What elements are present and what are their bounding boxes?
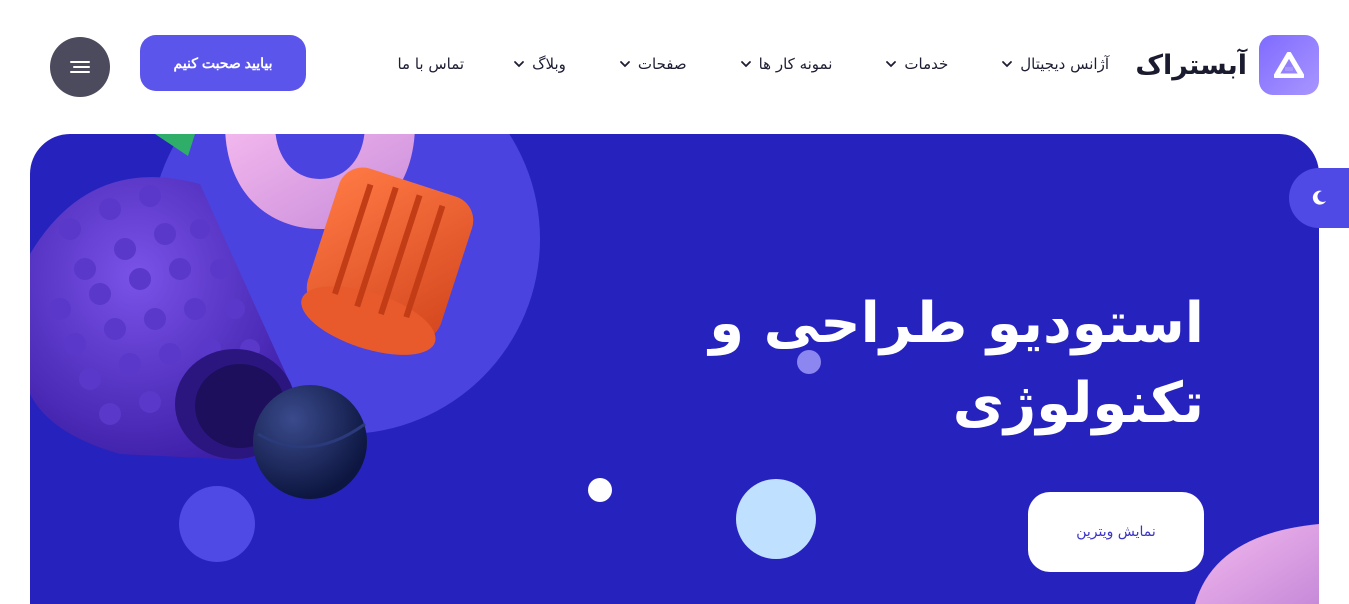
nav-item-label: خدمات <box>904 55 949 73</box>
light-blue-circle-shape <box>736 479 816 559</box>
hero-title: استودیو طراحی و تکنولوژی <box>684 284 1204 444</box>
hamburger-icon <box>70 61 90 73</box>
hero-title-line-1: استودیو طراحی و <box>709 291 1204 356</box>
moon-icon <box>1312 190 1326 205</box>
nav-item-pages[interactable]: صفحات <box>618 50 687 78</box>
hero-title-line-2: تکنولوژی <box>952 371 1204 436</box>
nav-item-label: وبلاگ <box>532 55 566 73</box>
blue-dot-shape <box>179 486 255 562</box>
nav-item-label: نمونه کار ها <box>758 55 833 73</box>
lets-talk-button[interactable]: بیایید صحبت کنیم <box>140 35 306 91</box>
brand-logo[interactable]: آبستراک <box>1135 35 1319 95</box>
chevron-down-icon <box>620 61 630 68</box>
menu-button[interactable] <box>50 37 110 97</box>
nav-item-label: آژانس دیجیتال <box>1020 55 1109 73</box>
nav-item-blog[interactable]: وبلاگ <box>512 50 566 78</box>
theme-toggle-button[interactable] <box>1289 168 1349 228</box>
brand-name: آبستراک <box>1135 49 1247 81</box>
nav-item-label: تماس با ما <box>397 55 465 73</box>
nav-item-digital-agency[interactable]: آژانس دیجیتال <box>1000 50 1109 78</box>
chevron-down-icon <box>1002 61 1013 68</box>
show-showcase-button[interactable]: نمایش ویترین <box>1028 492 1204 572</box>
white-dot-shape <box>588 478 612 502</box>
nav-item-label: صفحات <box>637 55 687 73</box>
main-nav: آژانس دیجیتال خدمات نمونه کار ها صفحات و… <box>397 50 1109 78</box>
nav-item-services[interactable]: خدمات <box>884 50 948 78</box>
navy-ball-shape <box>253 385 367 499</box>
nav-item-contact[interactable]: تماس با ما <box>397 50 464 78</box>
chevron-down-icon <box>740 61 751 68</box>
chevron-down-icon <box>514 61 525 68</box>
chevron-down-icon <box>886 61 897 68</box>
nav-item-portfolio[interactable]: نمونه کار ها <box>739 50 833 78</box>
pink-corner-shape <box>1195 524 1319 604</box>
triangle-a-icon <box>1259 35 1319 95</box>
hero-banner: استودیو طراحی و تکنولوژی نمایش ویترین <box>30 134 1319 604</box>
